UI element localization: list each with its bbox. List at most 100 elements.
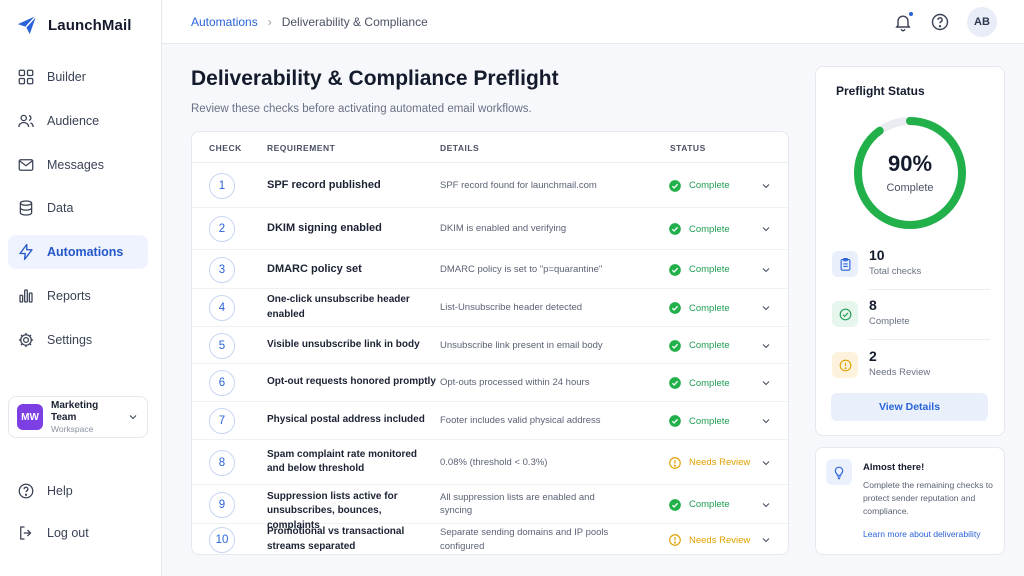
chevron-down-icon[interactable] bbox=[760, 499, 772, 511]
table-header: CHECK REQUIREMENT DETAILS STATUS bbox=[192, 132, 788, 163]
user-avatar[interactable]: AB bbox=[967, 7, 997, 37]
grid-icon bbox=[18, 69, 34, 85]
bar-chart-icon bbox=[19, 289, 33, 303]
check-number: 9 bbox=[209, 491, 235, 518]
sidebar-item-label: Messages bbox=[47, 158, 104, 172]
sidebar-item-data[interactable]: Data bbox=[8, 191, 148, 225]
workspace-sub: Workspace bbox=[51, 423, 94, 434]
workspace-name: Marketing Team bbox=[51, 399, 99, 423]
top-bar: Automations › Deliverability & Complianc… bbox=[162, 0, 1024, 44]
sidebar: LaunchMail Builder Audience Messages Dat… bbox=[0, 0, 162, 576]
chevron-down-icon[interactable] bbox=[760, 415, 772, 427]
requirement-text: SPF record published bbox=[267, 178, 381, 191]
stat-label: Complete bbox=[869, 316, 910, 327]
check-number: 2 bbox=[209, 216, 235, 242]
check-number: 10 bbox=[209, 527, 235, 553]
details-text: DKIM is enabled and verifying bbox=[440, 223, 567, 234]
check-number: 8 bbox=[209, 449, 235, 476]
stat-label: Total checks bbox=[869, 266, 922, 277]
chevron-down-icon[interactable] bbox=[760, 264, 772, 276]
alert-icon bbox=[839, 359, 851, 371]
users-icon bbox=[18, 114, 34, 128]
help-icon[interactable] bbox=[930, 12, 950, 32]
sidebar-item-reports[interactable]: Reports bbox=[8, 279, 148, 313]
workspace-avatar: MW bbox=[17, 404, 43, 430]
table-row[interactable]: 5 Visible unsubscribe link in body Unsubsc… bbox=[192, 327, 788, 364]
status-badge: Complete bbox=[668, 376, 730, 390]
column-header-requirement: REQUIREMENT bbox=[267, 143, 336, 153]
status-badge: Complete bbox=[668, 414, 730, 428]
requirement-text: Opt-out requests honored promptly bbox=[267, 376, 436, 387]
table-row[interactable]: 8 Spam complaint rate monitored and below… bbox=[192, 440, 788, 485]
alert-icon bbox=[669, 534, 681, 546]
status-badge: Complete bbox=[668, 263, 730, 277]
chevron-down-icon[interactable] bbox=[760, 302, 772, 314]
page-title: Deliverability & Compliance Preflight bbox=[191, 67, 559, 90]
gear-icon bbox=[18, 332, 34, 348]
table-row[interactable]: 9 Suppression lists active for unsubscrib… bbox=[192, 485, 788, 531]
status-label: Needs Review bbox=[689, 457, 751, 468]
view-details-button[interactable]: View Details bbox=[831, 393, 988, 421]
sidebar-item-audience[interactable]: Audience bbox=[8, 104, 148, 138]
stat-icon-wrap bbox=[832, 301, 858, 327]
check-circle-icon bbox=[669, 263, 681, 276]
check-number: 3 bbox=[209, 256, 235, 283]
chevron-down-icon[interactable] bbox=[760, 180, 772, 192]
details-text: Opt-outs processed within 24 hours bbox=[440, 377, 590, 388]
details-text: DMARC policy is set to "p=quarantine" bbox=[440, 263, 603, 275]
chevron-down-icon bbox=[129, 415, 137, 420]
details-text: All suppression lists are enabled and sy… bbox=[440, 491, 595, 517]
sidebar-item-settings[interactable]: Settings bbox=[8, 323, 148, 357]
chevron-down-icon[interactable] bbox=[760, 223, 772, 235]
checks-table: CHECK REQUIREMENT DETAILS STATUS 1 SPF re… bbox=[191, 131, 789, 555]
stat-label: Needs Review bbox=[869, 367, 931, 378]
sidebar-item-label: Log out bbox=[47, 526, 89, 540]
breadcrumb-parent[interactable]: Automations bbox=[191, 15, 258, 29]
table-row[interactable]: 1 SPF record published SPF record found fo… bbox=[192, 163, 788, 208]
page-subtitle: Review these checks before activating au… bbox=[191, 103, 532, 115]
table-row[interactable]: 2 DKIM signing enabled DKIM is enabled and… bbox=[192, 208, 788, 250]
table-row[interactable]: 10 Promotional vs transactional streams s… bbox=[192, 524, 788, 554]
breadcrumb: Automations › Deliverability & Complianc… bbox=[191, 15, 428, 29]
sidebar-item-help[interactable]: Help bbox=[8, 474, 148, 508]
learn-more-link[interactable]: Learn more about deliverability bbox=[863, 529, 981, 539]
notification-dot bbox=[908, 11, 914, 17]
column-header-check: CHECK bbox=[209, 143, 242, 153]
divider bbox=[868, 339, 990, 340]
check-number: 7 bbox=[209, 408, 235, 434]
status-label: Complete bbox=[689, 302, 730, 314]
table-row[interactable]: 7 Physical postal address included Footer … bbox=[192, 402, 788, 440]
stat-value: 2 bbox=[869, 348, 877, 364]
table-row[interactable]: 4 One-click unsubscribe header enabled Lis… bbox=[192, 289, 788, 327]
chevron-down-icon[interactable] bbox=[760, 534, 772, 546]
alert-icon bbox=[669, 456, 681, 469]
chevron-down-icon[interactable] bbox=[760, 377, 772, 389]
sidebar-item-messages[interactable]: Messages bbox=[8, 148, 148, 182]
workspace-switcher[interactable]: MW Marketing Team Workspace bbox=[8, 396, 148, 438]
details-text: Separate sending domains and IP pools co… bbox=[440, 527, 609, 552]
requirement-text: Spam complaint rate monitored and below … bbox=[267, 448, 418, 475]
check-circle-icon bbox=[669, 377, 681, 389]
check-circle-icon bbox=[669, 302, 681, 314]
chevron-down-icon[interactable] bbox=[760, 457, 772, 469]
tip-body: Complete the remaining checks to protect… bbox=[863, 480, 993, 516]
sidebar-item-automations[interactable]: Automations bbox=[8, 235, 148, 269]
lightbulb-icon bbox=[834, 466, 844, 480]
divider bbox=[868, 289, 990, 290]
status-label: Complete bbox=[689, 264, 730, 275]
breadcrumb-current: Deliverability & Compliance bbox=[281, 15, 428, 29]
sidebar-item-label: Reports bbox=[47, 289, 91, 303]
brand[interactable]: LaunchMail bbox=[16, 12, 132, 38]
check-circle-icon bbox=[669, 498, 681, 511]
chevron-down-icon[interactable] bbox=[760, 340, 772, 352]
paper-plane-icon bbox=[17, 15, 37, 35]
details-text: SPF record found for launchmail.com bbox=[440, 179, 597, 191]
table-row[interactable]: 3 DMARC policy set DMARC policy is set to … bbox=[192, 250, 788, 289]
workspace-text: Marketing Team Workspace bbox=[51, 400, 119, 434]
check-circle-icon bbox=[839, 308, 851, 320]
logout-icon bbox=[20, 526, 32, 540]
sidebar-item-logout[interactable]: Log out bbox=[8, 516, 148, 550]
requirement-text: Visible unsubscribe link in body bbox=[267, 338, 420, 350]
sidebar-item-builder[interactable]: Builder bbox=[8, 60, 148, 94]
table-row[interactable]: 6 Opt-out requests honored promptly Opt-ou… bbox=[192, 364, 788, 402]
